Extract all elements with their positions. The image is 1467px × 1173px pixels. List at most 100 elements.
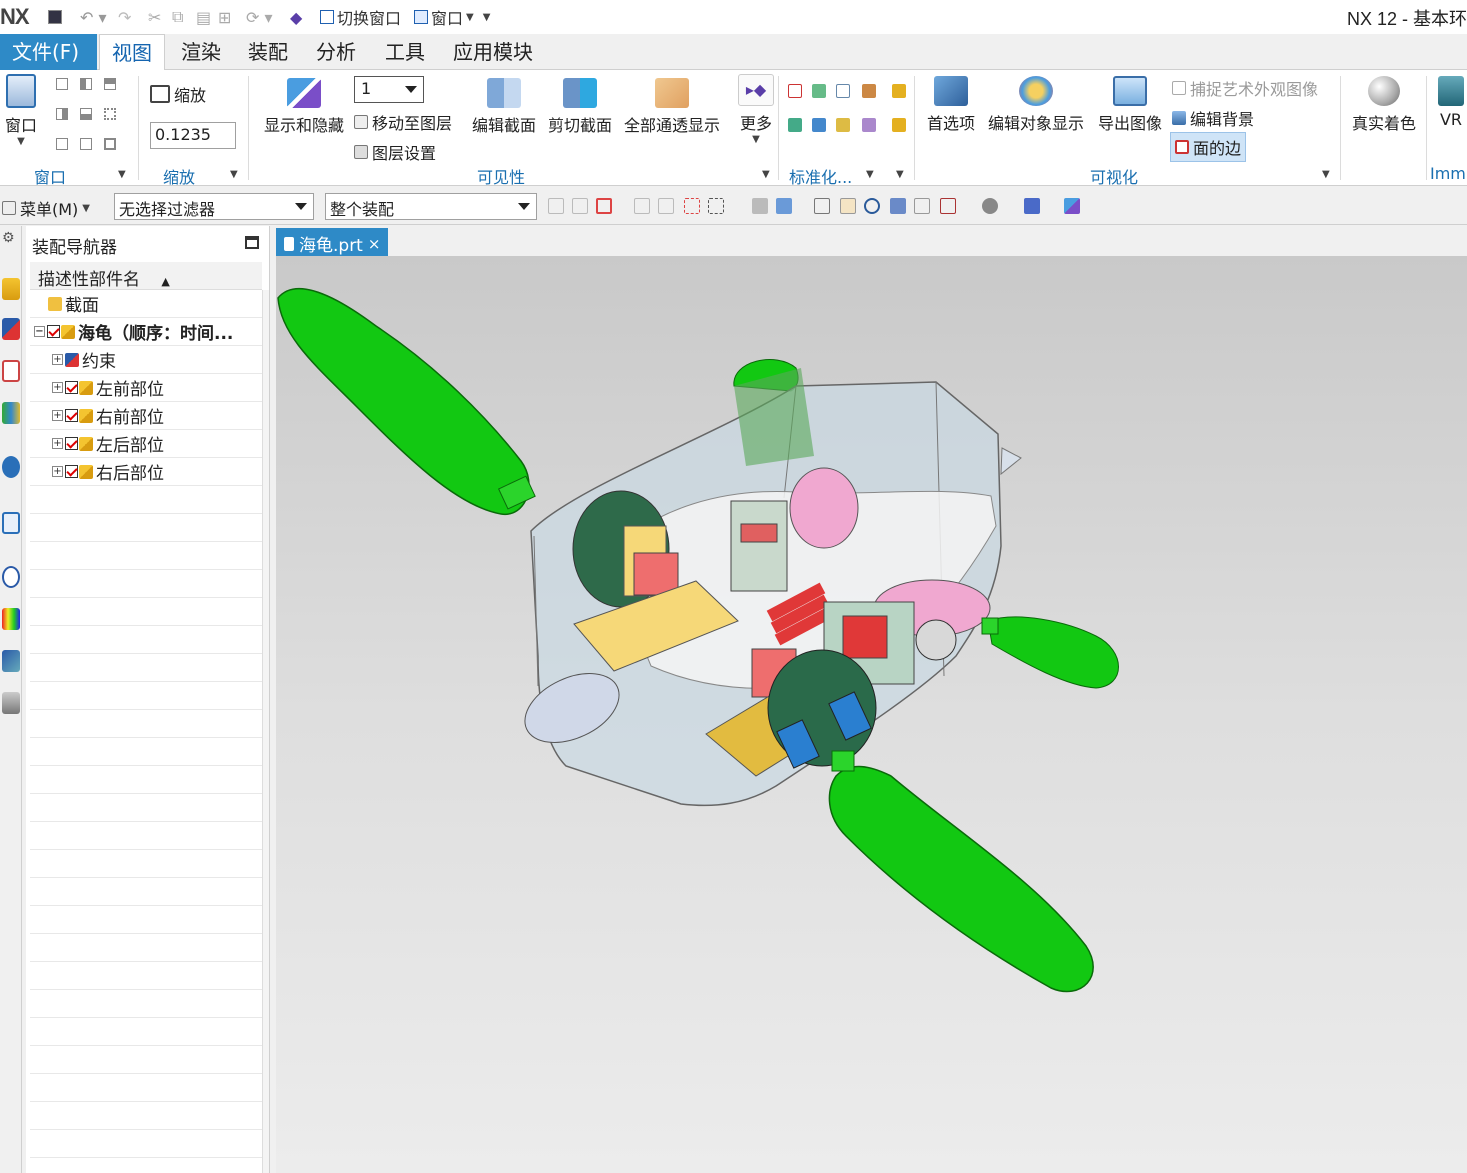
tab-part-file[interactable]: 海龟.prt × [276,228,389,256]
export-image-button[interactable]: 导出图像 [1094,76,1166,134]
tree-row-constraints[interactable]: + 约束 [30,346,262,374]
gear-icon[interactable]: ⚙ [2,230,20,246]
selection-intent-icon[interactable] [684,198,700,214]
zoom-button[interactable]: 缩放 [150,82,206,106]
true-shading-button[interactable]: 真实着色 [1348,76,1420,134]
system-materials-icon[interactable] [2,608,20,630]
customize-arrow-icon[interactable]: ▼ [483,12,491,23]
pan-icon[interactable] [890,198,906,214]
edit-background-button[interactable]: 编辑背景 [1172,106,1254,130]
perspective-icon[interactable] [914,198,930,214]
tree-row-left-rear[interactable]: + 左后部位 [30,430,262,458]
capture-art-image-button[interactable]: 捕捉艺术外观图像 [1172,76,1318,100]
tab-assembly[interactable]: 装配 [236,34,300,70]
maximize-icon[interactable] [245,236,259,249]
move-to-layer-button[interactable]: 移动至图层 [354,110,452,134]
camera-icons[interactable] [860,84,880,144]
collapse-icon[interactable]: − [34,326,45,337]
part-navigator-icon[interactable] [2,360,20,382]
expand-icon[interactable]: + [52,410,63,421]
assembly-navigator-icon[interactable] [2,278,20,300]
visibility-checkbox[interactable] [65,465,78,478]
show-hide-button[interactable]: 显示和隐藏 [258,78,350,136]
history-icon[interactable] [2,512,20,534]
tree-row-right-front[interactable]: + 右前部位 [30,402,262,430]
expand-icon[interactable]: + [52,354,63,365]
redo-button[interactable]: ↷ [118,7,131,27]
web-browser-icon[interactable] [2,456,20,478]
rotate-icon[interactable] [864,198,880,214]
selection-filter-select[interactable]: 无选择过滤器 [114,193,314,220]
expand-icon[interactable]: + [52,438,63,449]
general-selection-icon[interactable] [548,198,564,214]
face-edges-toggle[interactable]: 面的边 [1170,132,1247,162]
reuse-library-icon[interactable] [2,402,20,424]
edit-object-display-button[interactable]: 编辑对象显示 [984,76,1088,134]
show-hide-toolbar-icon[interactable] [1064,198,1080,214]
display-style-icon[interactable] [752,198,768,214]
clip-section-button[interactable]: 剪切截面 [544,78,616,136]
save-button[interactable] [48,7,62,27]
navigator-scrollbar[interactable] [262,290,269,1173]
constraint-navigator-icon[interactable] [2,318,20,340]
zoom-group-menu-icon[interactable]: ▼ [230,169,238,180]
layer-settings-button[interactable]: 图层设置 [354,140,436,164]
preferences-button[interactable]: 首选项 [922,76,980,134]
all-transparent-button[interactable]: 全部通透显示 [620,78,724,136]
visibility-checkbox[interactable] [65,381,78,394]
tree-row-root[interactable]: − 海龟（顺序：时间... [30,318,262,346]
window-group-menu-icon[interactable]: ▼ [118,169,126,180]
vr-button[interactable]: VR [1436,76,1466,129]
window-button[interactable]: 窗口 ▼ [2,74,40,147]
layer-select[interactable]: 1 [354,76,424,103]
standard-group-more-icon[interactable]: ▼ [896,169,904,180]
tree-row-left-front[interactable]: + 左前部位 [30,374,262,402]
feature-selection-icon[interactable] [572,198,588,214]
visibility-group-menu-icon[interactable]: ▼ [762,169,770,180]
assembly-display-icons[interactable] [890,84,910,144]
edit-section-button[interactable]: 编辑截面 [468,78,540,136]
process-studio-icon[interactable] [2,650,20,672]
render-style-icon[interactable] [982,198,998,214]
more-button[interactable]: ▸◆ 更多 ▼ [736,74,776,145]
visualization-group-menu-icon[interactable]: ▼ [1322,169,1330,180]
standard-group-menu-icon[interactable]: ▼ [866,169,874,180]
tab-tools[interactable]: 工具 [373,34,437,70]
touch-mode-icon[interactable]: ◆ [290,7,302,27]
graphics-viewport[interactable] [276,256,1467,1173]
window-dropdown-button[interactable]: 窗口 ▼ ▼ [414,7,491,28]
repeat-command-button[interactable]: ⟳ ▾ [246,7,273,27]
orient-view-icon[interactable] [940,198,956,214]
copy-button[interactable]: ⧉ [172,7,183,27]
expand-icon[interactable]: + [52,382,63,393]
rectangle-select-icon[interactable] [708,198,724,214]
shaded-icon[interactable] [776,198,792,214]
tab-render[interactable]: 渲染 [169,34,233,70]
zoom-window-icon[interactable] [840,198,856,214]
paste-button[interactable]: ▤ [196,7,211,27]
close-icon[interactable]: × [368,235,381,253]
tab-application[interactable]: 应用模块 [441,34,545,70]
fit-view-icon[interactable] [814,198,830,214]
zoom-scale-input[interactable]: 0.1235 [150,122,236,149]
paste-special-button[interactable]: ⊞ [218,7,231,27]
background-style-icon[interactable] [1024,198,1040,214]
column-header[interactable]: 描述性部件名 ▲ [30,262,262,290]
visibility-checkbox[interactable] [47,325,60,338]
tab-view[interactable]: 视图 [99,34,165,70]
cut-button[interactable]: ✂ [148,7,161,27]
menu-button[interactable]: 菜单(M) ▼ [2,196,90,220]
tab-file[interactable]: 文件(F) [0,34,97,70]
tree-row-right-rear[interactable]: + 右后部位 [30,458,262,486]
clock-icon[interactable] [2,566,20,588]
standard-views-icons[interactable] [786,84,856,144]
undo-button[interactable]: ↶ ▾ [80,7,107,27]
roles-icon[interactable] [2,692,20,714]
tree-row-section[interactable]: 截面 [30,290,262,318]
selection-scope-select[interactable]: 整个装配 [325,193,537,220]
visibility-checkbox[interactable] [65,409,78,422]
select-all-icon[interactable] [596,198,612,214]
quick-pick-icon[interactable] [658,198,674,214]
visibility-checkbox[interactable] [65,437,78,450]
tab-analysis[interactable]: 分析 [304,34,368,70]
